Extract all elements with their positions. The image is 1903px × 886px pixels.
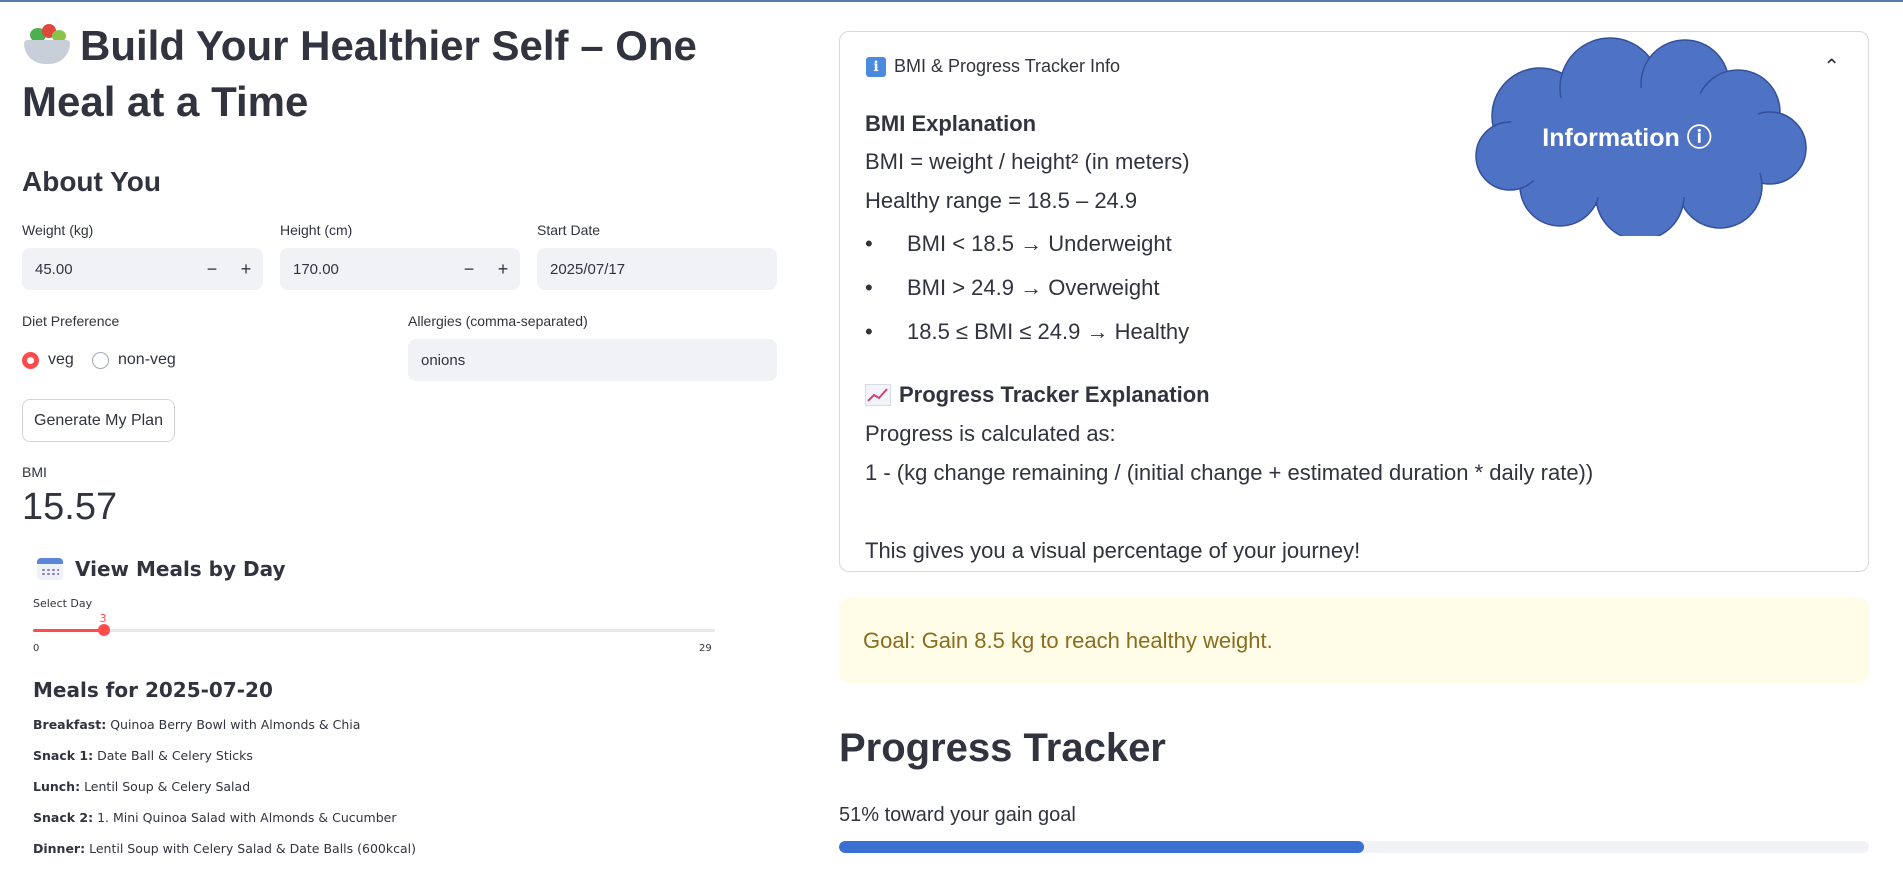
- information-cloud-label[interactable]: Information ⓘ: [1470, 118, 1784, 154]
- bullet-text: 18.5 ≤ BMI ≤ 24.9 → Healthy: [907, 319, 1190, 344]
- about-heading: About You: [22, 166, 161, 197]
- slider-min-label: 0: [33, 643, 40, 654]
- meal-label: Snack 1:: [33, 748, 94, 763]
- bmi-formula: BMI = weight / height² (in meters): [865, 149, 1190, 174]
- progress-formula: 1 - (kg change remaining / (initial chan…: [865, 460, 1594, 485]
- progress-bar: [839, 841, 1869, 853]
- meals-date-heading: Meals for 2025-07-20: [33, 678, 273, 702]
- start-date-value: 2025/07/17: [550, 260, 626, 278]
- diet-radio-veg[interactable]: veg: [22, 351, 74, 369]
- day-slider-thumb[interactable]: [97, 624, 110, 636]
- page-title: Build Your Healthier Self – One Meal at …: [22, 18, 777, 130]
- info-icon: i: [866, 56, 886, 77]
- chart-increasing-icon: [865, 384, 891, 406]
- meal-item-snack2: Snack 2: 1. Mini Quinoa Salad with Almon…: [33, 810, 396, 825]
- weight-decrement-button[interactable]: −: [195, 248, 229, 290]
- meal-text: 1. Mini Quinoa Salad with Almonds & Cucu…: [97, 810, 397, 825]
- generate-plan-button[interactable]: Generate My Plan: [22, 399, 175, 442]
- meal-label: Breakfast:: [33, 717, 107, 732]
- meal-label: Dinner:: [33, 841, 86, 856]
- start-date-input[interactable]: 2025/07/17: [537, 248, 777, 290]
- view-meals-heading: View Meals by Day: [37, 557, 286, 581]
- select-day-label: Select Day: [33, 597, 93, 610]
- day-slider-fill: [33, 629, 104, 632]
- goal-alert: Goal: Gain 8.5 kg to reach healthy weigh…: [839, 598, 1869, 683]
- meal-item-dinner: Dinner: Lentil Soup with Celery Salad & …: [33, 841, 416, 856]
- healthy-range: Healthy range = 18.5 – 24.9: [865, 188, 1138, 213]
- slider-max-label: 29: [699, 643, 712, 654]
- progress-note: This gives you a visual percentage of yo…: [865, 538, 1361, 563]
- top-accent-bar: [0, 0, 1903, 2]
- meal-item-lunch: Lunch: Lentil Soup & Celery Salad: [33, 779, 250, 794]
- meal-text: Quinoa Berry Bowl with Almonds & Chia: [110, 717, 361, 732]
- height-input[interactable]: 170.00 − +: [280, 248, 520, 290]
- calendar-icon: [37, 558, 63, 580]
- progress-bar-fill: [839, 841, 1365, 853]
- weight-label: Weight (kg): [22, 222, 94, 238]
- progress-explanation-heading: Progress Tracker Explanation: [865, 382, 1210, 408]
- diet-preference-label: Diet Preference: [22, 313, 120, 329]
- bmi-explanation-heading: BMI Explanation: [865, 111, 1037, 136]
- start-date-label: Start Date: [537, 222, 601, 238]
- bmi-label: BMI: [22, 464, 47, 480]
- weight-value: 45.00: [35, 260, 73, 278]
- day-slider-value: 3: [99, 612, 107, 625]
- meal-item-breakfast: Breakfast: Quinoa Berry Bowl with Almond…: [33, 717, 360, 732]
- allergies-input[interactable]: onions: [408, 339, 777, 381]
- height-decrement-button[interactable]: −: [452, 248, 486, 290]
- page-title-line1: Build Your Healthier Self – One: [80, 22, 697, 69]
- main-left-column: Build Your Healthier Self – One Meal at …: [22, 18, 777, 130]
- allergies-label: Allergies (comma-separated): [408, 313, 588, 329]
- meal-text: Lentil Soup with Celery Salad & Date Bal…: [89, 841, 416, 856]
- bmi-value: 15.57: [22, 486, 118, 528]
- view-meals-heading-text: View Meals by Day: [75, 557, 286, 581]
- progress-caption: 51% toward your gain goal: [839, 804, 1076, 826]
- diet-radio-non-veg[interactable]: non-veg: [92, 351, 176, 369]
- page-title-line2: Meal at a Time: [22, 78, 309, 125]
- progress-tracker-title: Progress Tracker: [839, 726, 1166, 770]
- height-label: Height (cm): [280, 222, 353, 238]
- bullet-text: BMI > 24.9 → Overweight: [907, 275, 1160, 300]
- bmi-bullet-underweight: • BMI < 18.5 → Underweight: [865, 231, 1172, 256]
- meal-label: Lunch:: [33, 779, 81, 794]
- expander-header[interactable]: i BMI & Progress Tracker Info: [866, 56, 1120, 77]
- radio-selected-icon: [22, 351, 39, 369]
- allergies-value: onions: [421, 351, 466, 369]
- progress-explanation-heading-text: Progress Tracker Explanation: [899, 382, 1210, 407]
- bullet-text: BMI < 18.5 → Underweight: [907, 231, 1172, 256]
- bmi-bullet-healthy: • 18.5 ≤ BMI ≤ 24.9 → Healthy: [865, 319, 1190, 344]
- day-slider-track[interactable]: [33, 629, 715, 632]
- meal-text: Date Ball & Celery Sticks: [97, 748, 253, 763]
- diet-option-non-veg-label: non-veg: [118, 351, 176, 368]
- weight-input[interactable]: 45.00 − +: [22, 248, 263, 290]
- chevron-up-icon[interactable]: ⌃: [1823, 54, 1840, 78]
- height-increment-button[interactable]: +: [486, 248, 520, 290]
- bmi-bullet-overweight: • BMI > 24.9 → Overweight: [865, 275, 1160, 300]
- diet-option-veg-label: veg: [48, 351, 74, 368]
- expander-title: BMI & Progress Tracker Info: [894, 56, 1121, 76]
- progress-calc-text: Progress is calculated as:: [865, 421, 1116, 446]
- meal-text: Lentil Soup & Celery Salad: [84, 779, 251, 794]
- meal-label: Snack 2:: [33, 810, 94, 825]
- radio-unselected-icon: [92, 351, 109, 369]
- height-value: 170.00: [293, 260, 339, 278]
- weight-increment-button[interactable]: +: [229, 248, 263, 290]
- salad-bowl-icon: [22, 22, 72, 66]
- meal-item-snack1: Snack 1: Date Ball & Celery Sticks: [33, 748, 253, 763]
